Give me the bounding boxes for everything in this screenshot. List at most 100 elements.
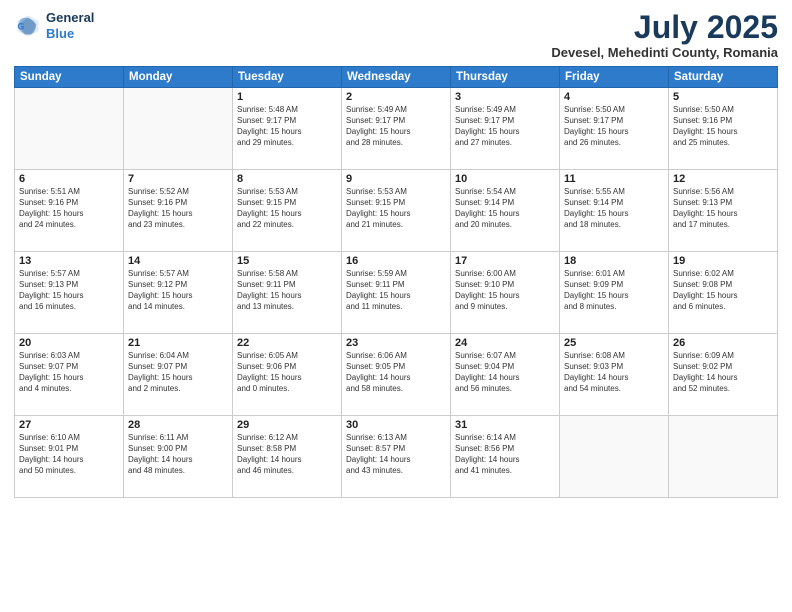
- cell-info: Sunrise: 6:02 AM Sunset: 9:08 PM Dayligh…: [673, 269, 773, 312]
- day-number: 6: [19, 173, 119, 185]
- calendar: SundayMondayTuesdayWednesdayThursdayFrid…: [14, 66, 778, 498]
- calendar-cell: 18Sunrise: 6:01 AM Sunset: 9:09 PM Dayli…: [560, 252, 669, 334]
- cell-info: Sunrise: 5:53 AM Sunset: 9:15 PM Dayligh…: [346, 187, 446, 230]
- calendar-cell: 16Sunrise: 5:59 AM Sunset: 9:11 PM Dayli…: [342, 252, 451, 334]
- calendar-cell: 30 Sunrise: 6:13 AM Sunset: 8:57 PM Dayli…: [342, 416, 451, 498]
- calendar-cell: 15Sunrise: 5:58 AM Sunset: 9:11 PM Dayli…: [233, 252, 342, 334]
- cell-info: Sunrise: 6:09 AM Sunset: 9:02 PM Dayligh…: [673, 351, 773, 394]
- logo-line2: Blue: [46, 26, 94, 42]
- cell-info: Sunrise: 5:58 AM Sunset: 9:11 PM Dayligh…: [237, 269, 337, 312]
- cell-info: Sunrise: 6:04 AM Sunset: 9:07 PM Dayligh…: [128, 351, 228, 394]
- day-number: 21: [128, 337, 228, 349]
- calendar-cell: [669, 416, 778, 498]
- title-block: July 2025 Devesel, Mehedinti County, Rom…: [551, 10, 778, 60]
- calendar-cell: 9 Sunrise: 5:53 AM Sunset: 9:15 PM Daylig…: [342, 170, 451, 252]
- calendar-cell: 3Sunrise: 5:49 AM Sunset: 9:17 PM Daylig…: [451, 88, 560, 170]
- cell-info: Sunrise: 5:55 AM Sunset: 9:14 PM Dayligh…: [564, 187, 664, 230]
- calendar-cell: 8Sunrise: 5:53 AM Sunset: 9:15 PM Daylig…: [233, 170, 342, 252]
- calendar-cell: [15, 88, 124, 170]
- calendar-cell: [560, 416, 669, 498]
- day-number: 29: [237, 419, 337, 431]
- cell-info: Sunrise: 5:50 AM Sunset: 9:16 PM Dayligh…: [673, 105, 773, 148]
- cell-info: Sunrise: 6:07 AM Sunset: 9:04 PM Dayligh…: [455, 351, 555, 394]
- weekday-header: Monday: [124, 67, 233, 88]
- cell-info: Sunrise: 5:54 AM Sunset: 9:14 PM Dayligh…: [455, 187, 555, 230]
- svg-text:G: G: [18, 21, 25, 31]
- calendar-cell: 31 Sunrise: 6:14 AM Sunset: 8:56 PM Dayli…: [451, 416, 560, 498]
- calendar-cell: 14 Sunrise: 5:57 AM Sunset: 9:12 PM Dayli…: [124, 252, 233, 334]
- day-number: 22: [237, 337, 337, 349]
- day-number: 25: [564, 337, 664, 349]
- calendar-cell: 7 Sunrise: 5:52 AM Sunset: 9:16 PM Daylig…: [124, 170, 233, 252]
- day-number: 27: [19, 419, 119, 431]
- calendar-cell: 24 Sunrise: 6:07 AM Sunset: 9:04 PM Dayli…: [451, 334, 560, 416]
- weekday-header: Wednesday: [342, 67, 451, 88]
- calendar-cell: 17 Sunrise: 6:00 AM Sunset: 9:10 PM Dayli…: [451, 252, 560, 334]
- calendar-cell: 2 Sunrise: 5:49 AM Sunset: 9:17 PM Daylig…: [342, 88, 451, 170]
- calendar-cell: [124, 88, 233, 170]
- calendar-cell: 5 Sunrise: 5:50 AM Sunset: 9:16 PM Daylig…: [669, 88, 778, 170]
- day-number: 17: [455, 255, 555, 267]
- calendar-cell: 12 Sunrise: 5:56 AM Sunset: 9:13 PM Dayli…: [669, 170, 778, 252]
- day-number: 7: [128, 173, 228, 185]
- cell-info: Sunrise: 5:52 AM Sunset: 9:16 PM Dayligh…: [128, 187, 228, 230]
- day-number: 23: [346, 337, 446, 349]
- cell-info: Sunrise: 6:08 AM Sunset: 9:03 PM Dayligh…: [564, 351, 664, 394]
- day-number: 5: [673, 91, 773, 103]
- day-number: 28: [128, 419, 228, 431]
- weekday-header: Tuesday: [233, 67, 342, 88]
- calendar-cell: 21 Sunrise: 6:04 AM Sunset: 9:07 PM Dayli…: [124, 334, 233, 416]
- calendar-cell: 11 Sunrise: 5:55 AM Sunset: 9:14 PM Dayli…: [560, 170, 669, 252]
- cell-info: Sunrise: 5:57 AM Sunset: 9:13 PM Dayligh…: [19, 269, 119, 312]
- day-number: 1: [237, 91, 337, 103]
- cell-info: Sunrise: 6:03 AM Sunset: 9:07 PM Dayligh…: [19, 351, 119, 394]
- day-number: 31: [455, 419, 555, 431]
- day-number: 24: [455, 337, 555, 349]
- calendar-week-row: 1 Sunrise: 5:48 AM Sunset: 9:17 PM Daylig…: [15, 88, 778, 170]
- logo-line1: General: [46, 10, 94, 26]
- calendar-cell: 25 Sunrise: 6:08 AM Sunset: 9:03 PM Dayli…: [560, 334, 669, 416]
- day-number: 11: [564, 173, 664, 185]
- calendar-cell: 10 Sunrise: 5:54 AM Sunset: 9:14 PM Dayli…: [451, 170, 560, 252]
- day-number: 4: [564, 91, 664, 103]
- day-number: 20: [19, 337, 119, 349]
- cell-info: Sunrise: 6:13 AM Sunset: 8:57 PM Dayligh…: [346, 433, 446, 476]
- day-number: 8: [237, 173, 337, 185]
- page: G General Blue July 2025 Devesel, Mehedi…: [0, 0, 792, 612]
- location: Devesel, Mehedinti County, Romania: [551, 45, 778, 60]
- calendar-week-row: 6 Sunrise: 5:51 AM Sunset: 9:16 PM Daylig…: [15, 170, 778, 252]
- weekday-header: Friday: [560, 67, 669, 88]
- cell-info: Sunrise: 5:48 AM Sunset: 9:17 PM Dayligh…: [237, 105, 337, 148]
- day-number: 30: [346, 419, 446, 431]
- cell-info: Sunrise: 6:14 AM Sunset: 8:56 PM Dayligh…: [455, 433, 555, 476]
- day-number: 14: [128, 255, 228, 267]
- calendar-week-row: 20 Sunrise: 6:03 AM Sunset: 9:07 PM Dayli…: [15, 334, 778, 416]
- calendar-cell: 28 Sunrise: 6:11 AM Sunset: 9:00 PM Dayli…: [124, 416, 233, 498]
- cell-info: Sunrise: 5:57 AM Sunset: 9:12 PM Dayligh…: [128, 269, 228, 312]
- day-number: 12: [673, 173, 773, 185]
- calendar-cell: 26Sunrise: 6:09 AM Sunset: 9:02 PM Dayli…: [669, 334, 778, 416]
- cell-info: Sunrise: 5:56 AM Sunset: 9:13 PM Dayligh…: [673, 187, 773, 230]
- day-number: 18: [564, 255, 664, 267]
- cell-info: Sunrise: 6:11 AM Sunset: 9:00 PM Dayligh…: [128, 433, 228, 476]
- calendar-cell: 6 Sunrise: 5:51 AM Sunset: 9:16 PM Daylig…: [15, 170, 124, 252]
- calendar-cell: 27Sunrise: 6:10 AM Sunset: 9:01 PM Dayli…: [15, 416, 124, 498]
- weekday-header: Sunday: [15, 67, 124, 88]
- day-number: 3: [455, 91, 555, 103]
- day-number: 9: [346, 173, 446, 185]
- day-number: 10: [455, 173, 555, 185]
- calendar-week-row: 27Sunrise: 6:10 AM Sunset: 9:01 PM Dayli…: [15, 416, 778, 498]
- cell-info: Sunrise: 6:00 AM Sunset: 9:10 PM Dayligh…: [455, 269, 555, 312]
- calendar-cell: 29Sunrise: 6:12 AM Sunset: 8:58 PM Dayli…: [233, 416, 342, 498]
- day-number: 13: [19, 255, 119, 267]
- cell-info: Sunrise: 6:05 AM Sunset: 9:06 PM Dayligh…: [237, 351, 337, 394]
- day-number: 2: [346, 91, 446, 103]
- cell-info: Sunrise: 5:50 AM Sunset: 9:17 PM Dayligh…: [564, 105, 664, 148]
- cell-info: Sunrise: 5:51 AM Sunset: 9:16 PM Dayligh…: [19, 187, 119, 230]
- weekday-header-row: SundayMondayTuesdayWednesdayThursdayFrid…: [15, 67, 778, 88]
- day-number: 16: [346, 255, 446, 267]
- calendar-cell: 23Sunrise: 6:06 AM Sunset: 9:05 PM Dayli…: [342, 334, 451, 416]
- calendar-cell: 13 Sunrise: 5:57 AM Sunset: 9:13 PM Dayli…: [15, 252, 124, 334]
- header: G General Blue July 2025 Devesel, Mehedi…: [14, 10, 778, 60]
- cell-info: Sunrise: 5:49 AM Sunset: 9:17 PM Dayligh…: [346, 105, 446, 148]
